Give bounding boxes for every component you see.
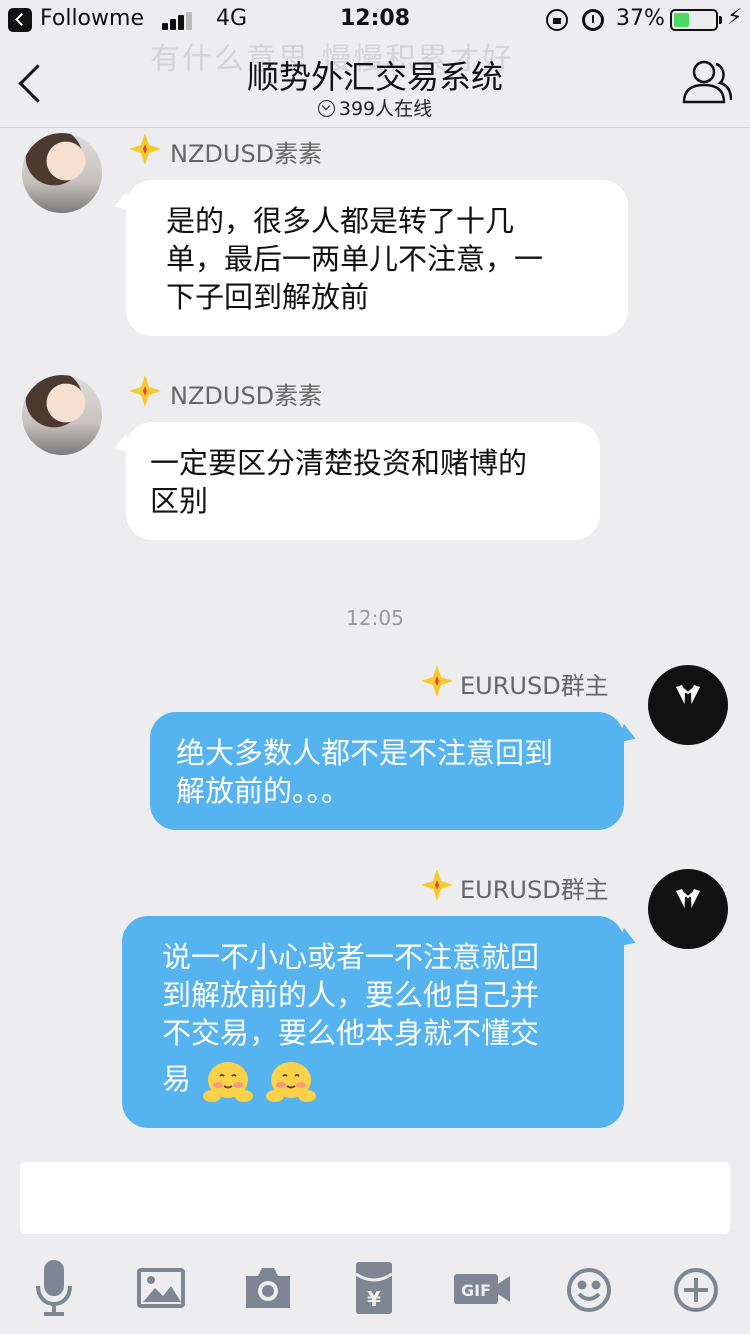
charging-icon: ⚡ (727, 5, 743, 30)
message-bubble[interactable]: 一定要区分清楚投资和赌博的 区别 (126, 422, 600, 540)
avatar[interactable] (648, 869, 728, 949)
avatar[interactable] (22, 375, 102, 455)
sender-name: EURUSD群主 (460, 876, 609, 904)
star-badge-icon (129, 133, 161, 165)
plus-icon[interactable] (664, 1256, 728, 1320)
svg-text:GIF: GIF (461, 1281, 491, 1300)
svg-text:¥: ¥ (367, 1287, 381, 1311)
chat-header: 有什么意思 慢慢积累才好 顺势外汇交易系统 399人在线 (0, 40, 750, 128)
message-line: 说一不小心或者一不注意就回 (162, 940, 540, 974)
message-line: 解放前的。。。 (176, 774, 351, 808)
red-envelope-icon[interactable]: ¥ (342, 1256, 406, 1320)
message-input[interactable] (20, 1162, 730, 1234)
blush-emoji (203, 1062, 254, 1102)
online-count[interactable]: 399人在线 (0, 94, 750, 121)
online-count-label: 399人在线 (338, 98, 433, 120)
message-line: 单，最后一两单儿不注意，一 (166, 242, 544, 276)
sender-name: NZDUSD素素 (170, 382, 323, 410)
message-line: 一定要区分清楚投资和赌博的 (150, 446, 528, 480)
camera-icon[interactable] (236, 1256, 300, 1320)
message-line: 不交易，要么他本身就不懂交 (162, 1016, 540, 1050)
suit-avatar-art (676, 889, 700, 927)
avatar[interactable] (648, 665, 728, 745)
message-line: 区别 (150, 484, 209, 518)
message-timestamp: 12:05 (346, 606, 404, 630)
star-badge-icon (421, 869, 453, 901)
star-badge-icon (129, 375, 161, 407)
message-bubble[interactable]: 绝大多数人都不是不注意回到 解放前的。。。 (150, 712, 624, 830)
emoji-icon[interactable] (557, 1256, 621, 1320)
message-bubble[interactable]: 是的，很多人都是转了十几 单，最后一两单儿不注意，一 下子回到解放前 (126, 180, 628, 336)
message-bubble[interactable]: 说一不小心或者一不注意就回 到解放前的人，要么他自己并 不交易，要么他本身就不懂… (122, 916, 624, 1128)
chat-toolbar: ¥ GIF (0, 1250, 750, 1334)
message-line: 是的，很多人都是转了十几 (166, 204, 515, 238)
sender-name: NZDUSD素素 (170, 140, 323, 168)
message-line: 绝大多数人都不是不注意回到 (176, 736, 554, 770)
alarm-icon (582, 9, 604, 31)
message-line-with-emoji: 易 (162, 1058, 594, 1104)
message-line: 易 (162, 1062, 192, 1096)
battery-icon (670, 9, 722, 31)
message-line: 到解放前的人，要么他自己并 (162, 978, 540, 1012)
suit-avatar-art (676, 685, 700, 723)
sender-name: EURUSD群主 (460, 672, 609, 700)
group-members-icon[interactable] (676, 58, 733, 108)
orientation-lock-icon (546, 9, 568, 31)
blush-emoji (266, 1062, 317, 1102)
gif-icon[interactable]: GIF (450, 1256, 514, 1320)
image-icon[interactable] (129, 1256, 193, 1320)
star-badge-icon (421, 665, 453, 697)
battery-percent: 37% (616, 6, 665, 31)
chevron-down-icon (317, 100, 335, 117)
microphone-icon[interactable] (22, 1256, 86, 1320)
page-title[interactable]: 顺势外汇交易系统 (0, 52, 750, 98)
avatar[interactable] (22, 133, 102, 213)
message-line: 下子回到解放前 (166, 280, 370, 314)
